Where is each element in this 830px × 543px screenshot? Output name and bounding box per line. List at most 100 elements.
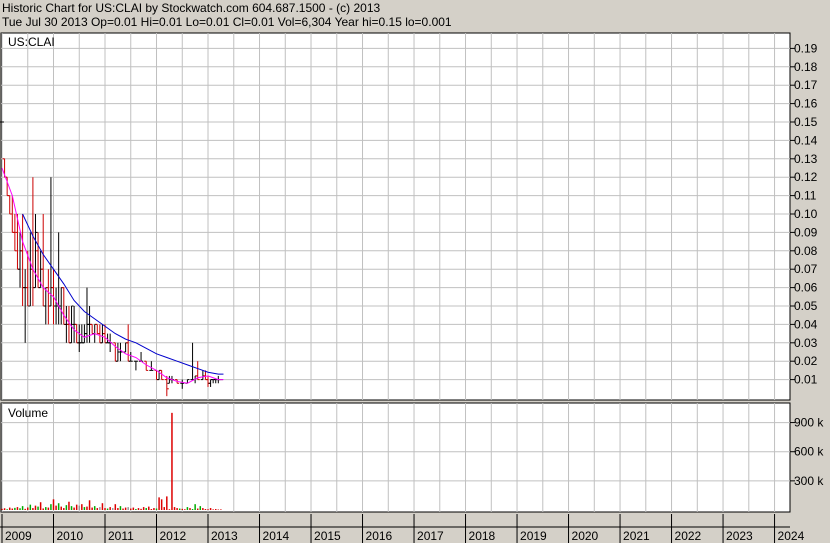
- x-tick-label: 2017: [417, 529, 444, 543]
- volume-bar: [142, 507, 145, 510]
- volume-bar: [181, 508, 184, 510]
- volume-bar: [21, 506, 24, 510]
- x-tick-label: 2013: [211, 529, 238, 543]
- volume-bar: [132, 507, 135, 510]
- volume-bar: [106, 508, 109, 510]
- volume-bar: [114, 504, 117, 510]
- volume-bar: [6, 509, 8, 510]
- x-tick-label: 2022: [675, 529, 702, 543]
- volume-bar: [86, 506, 88, 510]
- y-tick-label: 0.08: [794, 244, 818, 258]
- volume-bar: [73, 507, 75, 510]
- y-tick-label: 0.16: [794, 97, 818, 111]
- y-tick-label: 0.19: [794, 41, 818, 55]
- volume-bar: [137, 508, 140, 510]
- x-tick-label: 2023: [726, 529, 753, 543]
- volume-bar: [101, 503, 104, 510]
- y-tick-label: 0.02: [794, 354, 818, 368]
- price-panel-title: US:CLAI: [8, 35, 55, 49]
- y-tick-label: 0.05: [794, 299, 818, 313]
- volume-bar: [191, 509, 194, 510]
- volume-bar: [119, 506, 122, 510]
- y-tick-label: 0.17: [794, 78, 818, 92]
- volume-bar: [78, 505, 81, 510]
- volume-bar: [168, 509, 171, 510]
- volume-bar: [184, 509, 186, 510]
- volume-bar: [150, 509, 153, 510]
- y-tick-label: 0.11: [794, 189, 817, 203]
- volume-bar: [42, 508, 44, 510]
- x-tick-label: 2021: [623, 529, 650, 543]
- volume-tick-label: 300 k: [794, 474, 824, 488]
- volume-bar: [88, 500, 91, 510]
- volume-panel-title: Volume: [8, 406, 48, 420]
- x-tick-label: 2009: [5, 529, 32, 543]
- volume-bar: [140, 508, 142, 510]
- x-tick-label: 2011: [108, 529, 134, 543]
- volume-tick-label: 900 k: [794, 416, 824, 430]
- volume-bar: [3, 508, 6, 510]
- volume-bar: [135, 509, 137, 510]
- volume-bar: [155, 508, 158, 510]
- volume-bar: [1, 508, 3, 510]
- volume-bar: [60, 506, 62, 510]
- x-tick-label: 2024: [778, 529, 805, 543]
- x-tick-label: 2010: [57, 529, 84, 543]
- volume-bar: [63, 508, 65, 510]
- volume-bar: [214, 509, 217, 510]
- volume-bar: [148, 506, 150, 510]
- volume-bar: [199, 506, 202, 510]
- x-tick-label: 2014: [263, 529, 290, 543]
- volume-bar: [173, 507, 176, 510]
- volume-bar: [130, 508, 132, 510]
- volume-bar: [19, 508, 21, 510]
- volume-bar: [39, 502, 42, 510]
- volume-bar: [29, 504, 32, 510]
- volume-bar: [145, 508, 147, 510]
- volume-bar: [34, 505, 37, 510]
- volume-bar: [52, 499, 55, 510]
- y-tick-label: 0.01: [794, 373, 818, 387]
- volume-bar: [111, 508, 114, 510]
- volume-bar: [16, 507, 19, 510]
- x-tick-label: 2015: [314, 529, 341, 543]
- y-tick-label: 0.03: [794, 336, 818, 350]
- volume-bar: [45, 507, 47, 510]
- volume-bar: [99, 507, 101, 510]
- volume-tick-label: 600 k: [794, 445, 824, 459]
- volume-bar: [194, 504, 196, 510]
- volume-bar: [27, 507, 29, 510]
- volume-bar: [186, 507, 189, 510]
- y-tick-label: 0.15: [794, 115, 818, 129]
- volume-bar: [160, 499, 163, 510]
- y-tick-label: 0.07: [794, 262, 818, 276]
- volume-bar: [207, 509, 209, 510]
- y-tick-label: 0.12: [794, 170, 818, 184]
- volume-bar: [220, 509, 222, 510]
- volume-bar: [109, 507, 111, 510]
- volume-bar: [32, 508, 34, 510]
- x-tick-label: 2018: [469, 529, 496, 543]
- volume-bar: [24, 508, 26, 510]
- volume-bar: [166, 496, 168, 510]
- x-tick-label: 2020: [572, 529, 599, 543]
- x-tick-label: 2016: [366, 529, 393, 543]
- volume-bar: [204, 509, 207, 510]
- volume-bar: [122, 508, 124, 510]
- volume-bar: [50, 504, 52, 510]
- volume-bar: [117, 508, 119, 510]
- volume-bar: [47, 507, 50, 510]
- volume-bar: [8, 507, 11, 510]
- volume-bar: [163, 507, 165, 510]
- volume-bar: [176, 508, 178, 510]
- y-tick-label: 0.13: [794, 152, 818, 166]
- volume-bar: [55, 505, 57, 510]
- volume-bar: [202, 508, 204, 510]
- volume-bar: [171, 412, 173, 510]
- volume-bar: [212, 509, 214, 510]
- volume-bar: [96, 508, 99, 510]
- volume-bar: [11, 508, 14, 510]
- volume-bar: [57, 503, 60, 510]
- volume-bar: [217, 509, 220, 511]
- x-tick-label: 2012: [160, 529, 187, 543]
